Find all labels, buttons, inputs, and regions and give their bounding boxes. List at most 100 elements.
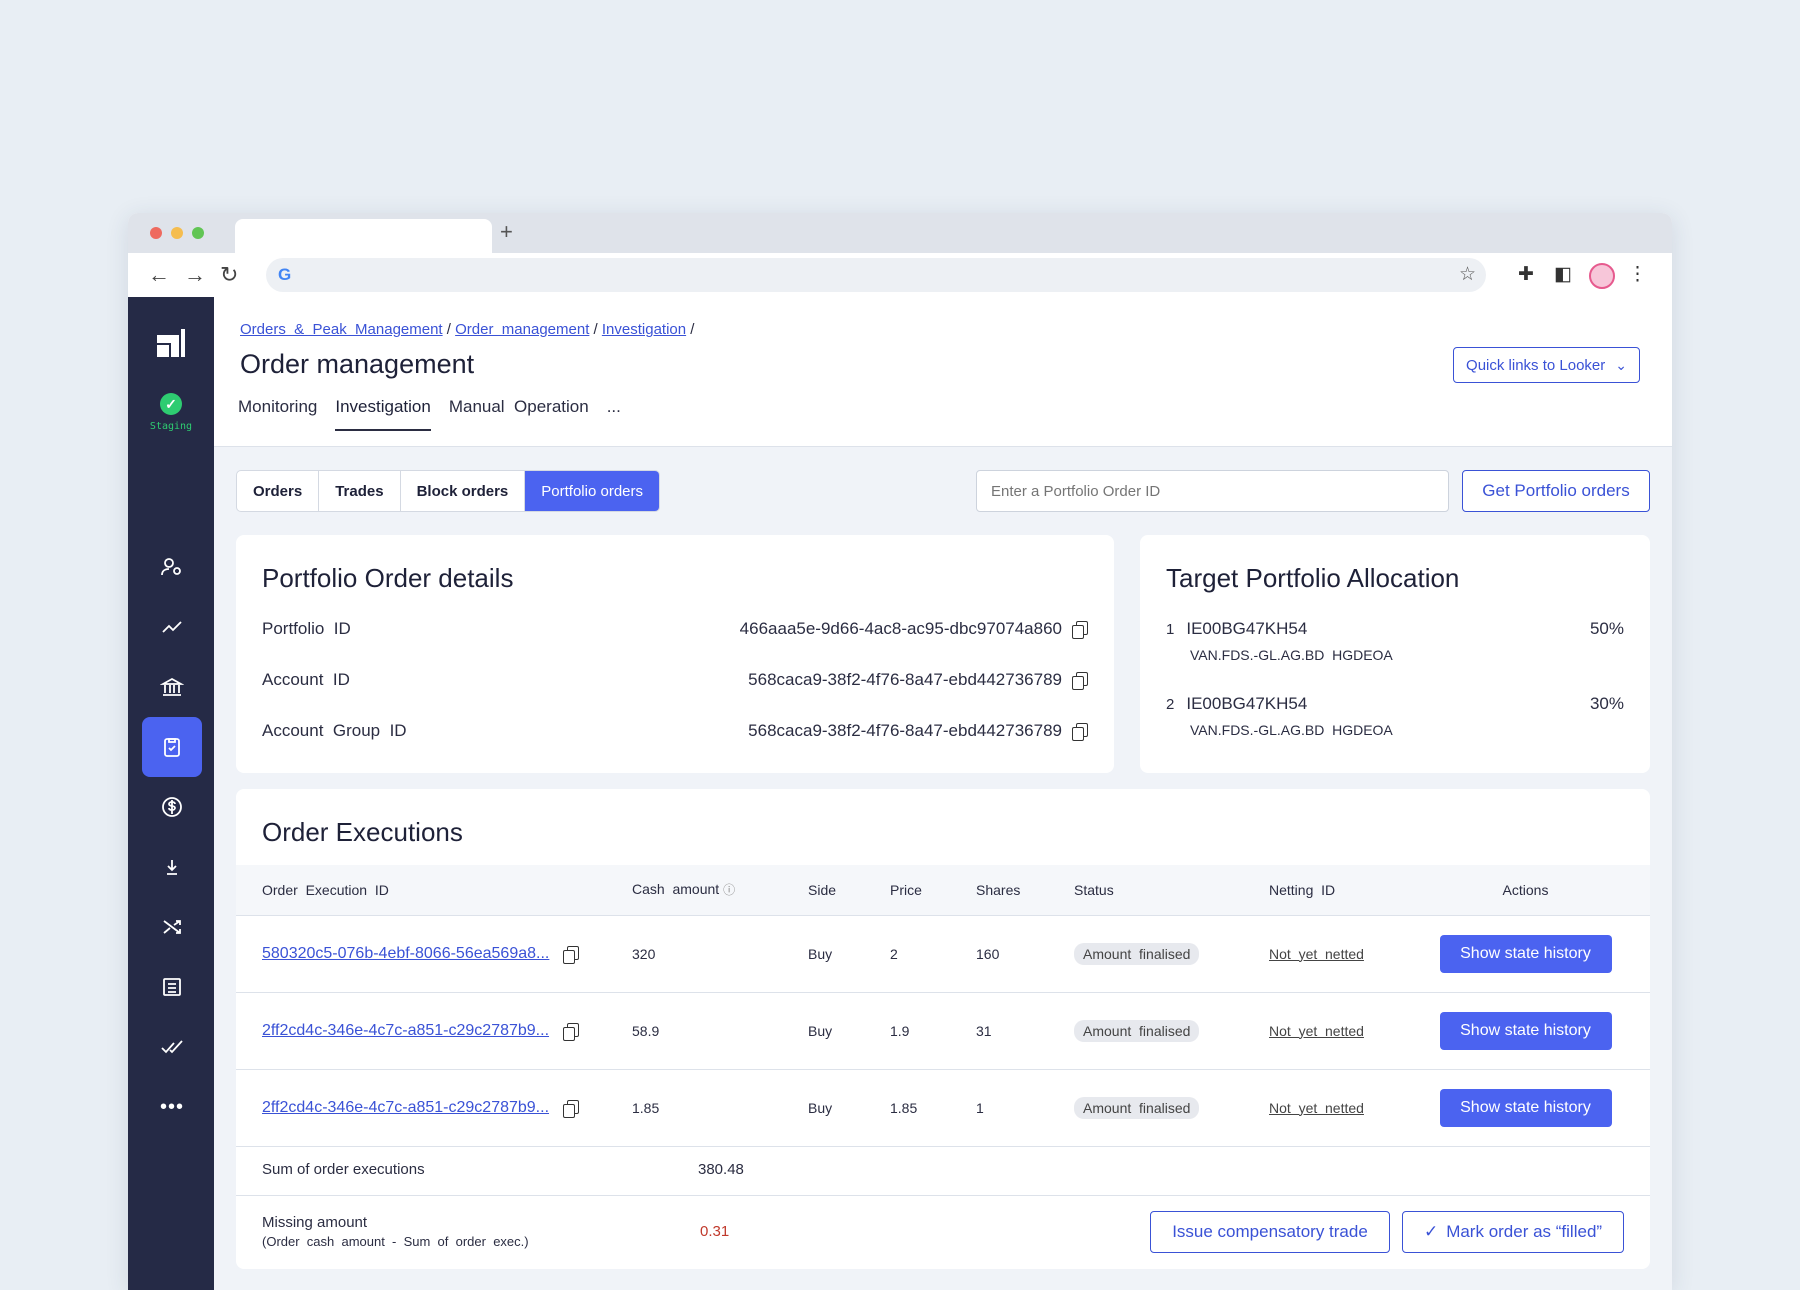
execution-id-link[interactable]: 2ff2cd4c-346e-4c7c-a851-c29c2787b9... <box>262 1099 549 1116</box>
list-box-icon <box>163 978 181 996</box>
table-row: 2ff2cd4c-346e-4c7c-a851-c29c2787b9... 58… <box>236 992 1650 1070</box>
user-gear-icon <box>161 558 181 576</box>
copy-icon[interactable] <box>563 945 580 964</box>
netting-link[interactable]: Not yet netted <box>1269 1023 1364 1039</box>
order-type-segmented-control: Orders Trades Block orders Portfolio ord… <box>236 470 660 512</box>
extensions-icon[interactable]: ✚ <box>1518 263 1534 287</box>
netting-link[interactable]: Not yet netted <box>1269 946 1364 962</box>
table-row: 580320c5-076b-4ebf-8066-56ea569a8... 320… <box>236 915 1650 993</box>
address-bar[interactable]: G ☆ <box>266 258 1486 292</box>
get-portfolio-orders-button[interactable]: Get Portfolio orders <box>1462 470 1650 512</box>
allocation-fund-name: VAN.FDS.-GL.AG.BD HGDEOA <box>1190 722 1393 738</box>
col-shares: Shares <box>976 865 1074 916</box>
copy-icon[interactable] <box>1072 672 1088 690</box>
maximize-window-dot[interactable] <box>192 227 204 239</box>
status-badge: Amount finalised <box>1074 1019 1200 1042</box>
sum-row: Sum of order executions 380.48 <box>236 1144 1650 1196</box>
allocation-index: 1 <box>1166 621 1175 638</box>
col-cash-amount: Cash amount ⓘ <box>632 865 808 916</box>
copy-icon[interactable] <box>562 1099 579 1118</box>
side: Buy <box>808 992 890 1070</box>
bookmark-star-icon[interactable]: ☆ <box>1459 263 1476 286</box>
price: 1.9 <box>890 992 976 1070</box>
portfolio-order-id-input[interactable] <box>976 470 1449 512</box>
allocation-isin: IE00BG47KH54 <box>1186 694 1308 713</box>
shares: 160 <box>976 915 1074 993</box>
detail-label: Portfolio ID <box>262 619 351 638</box>
mark-filled-button[interactable]: ✓ Mark order as “filled” <box>1402 1211 1624 1253</box>
browser-toolbar: ← → ↻ G ☆ ✚ ◧ ⋮ <box>128 253 1672 297</box>
tab-manual-operation[interactable]: Manual Operation <box>449 397 589 431</box>
sidebar-item-shuffle[interactable] <box>142 897 202 957</box>
show-state-history-button[interactable]: Show state history <box>1439 1011 1612 1050</box>
sidebar-item-more[interactable]: ••• <box>142 1077 202 1137</box>
staging-label: Staging <box>149 421 193 432</box>
looker-links-dropdown[interactable]: Quick links to Looker ⌄ <box>1453 347 1640 383</box>
back-icon[interactable]: ← <box>148 263 170 287</box>
forward-icon[interactable]: → <box>184 263 206 287</box>
breadcrumb: Orders & Peak Management / Order managem… <box>240 321 699 338</box>
new-tab-icon[interactable]: + <box>500 219 513 245</box>
sum-label: Sum of order executions <box>262 1161 425 1178</box>
google-icon: G <box>278 265 292 284</box>
staging-check-icon: ✓ <box>160 393 182 415</box>
breadcrumb-order-management[interactable]: Order management <box>455 321 589 338</box>
segment-block-orders[interactable]: Block orders <box>401 471 526 511</box>
breadcrumb-investigation[interactable]: Investigation <box>602 321 686 338</box>
menu-kebab-icon[interactable]: ⋮ <box>1628 263 1647 287</box>
show-state-history-button[interactable]: Show state history <box>1439 1088 1612 1127</box>
status-badge: Amount finalised <box>1074 942 1200 965</box>
sidebar-item-done[interactable] <box>142 1017 202 1077</box>
segment-portfolio-orders[interactable]: Portfolio orders <box>525 471 659 511</box>
portfolio-order-details-card: Portfolio Order details Portfolio ID 466… <box>236 535 1114 773</box>
target-allocation-card: Target Portfolio Allocation 1 IE00BG47KH5… <box>1140 535 1650 773</box>
sidebar-item-download[interactable] <box>142 837 202 897</box>
copy-icon[interactable] <box>562 1022 579 1041</box>
copy-icon[interactable] <box>1072 723 1088 741</box>
copy-icon[interactable] <box>1072 621 1088 639</box>
minimize-window-dot[interactable] <box>171 227 183 239</box>
browser-tab[interactable] <box>235 219 492 253</box>
breadcrumb-orders-peak[interactable]: Orders & Peak Management <box>240 321 443 338</box>
allocation-item: 1 IE00BG47KH54 50% VAN.FDS.-GL.AG.BD HGDEO… <box>1166 619 1624 663</box>
breadcrumb-separator: / <box>686 321 699 338</box>
show-state-history-button[interactable]: Show state history <box>1439 934 1612 973</box>
profile-avatar[interactable] <box>1589 263 1615 289</box>
app-logo[interactable] <box>155 327 187 359</box>
missing-sublabel: (Order cash amount - Sum of order exec.) <box>262 1234 529 1249</box>
price: 1.85 <box>890 1069 976 1147</box>
issue-compensatory-trade-button[interactable]: Issue compensatory trade <box>1150 1211 1390 1253</box>
tab-monitoring[interactable]: Monitoring <box>238 397 317 431</box>
sidebar-item-bank[interactable] <box>142 657 202 717</box>
missing-label: Missing amount <box>262 1214 368 1231</box>
sidebar-item-user-settings[interactable] <box>142 537 202 597</box>
tab-more[interactable]: ... <box>607 397 621 431</box>
sidebar-item-orders[interactable] <box>142 717 202 777</box>
allocation-item: 2 IE00BG47KH54 30% VAN.FDS.-GL.AG.BD HGDEO… <box>1166 694 1624 738</box>
tab-investigation[interactable]: Investigation <box>335 397 431 431</box>
segment-trades[interactable]: Trades <box>319 471 401 511</box>
sidebar-item-list[interactable] <box>142 957 202 1017</box>
col-actions: Actions <box>1401 865 1650 916</box>
info-icon[interactable]: ⓘ <box>723 883 735 897</box>
execution-id-link[interactable]: 2ff2cd4c-346e-4c7c-a851-c29c2787b9... <box>262 1022 549 1039</box>
sidebar-item-analytics[interactable] <box>142 597 202 657</box>
reload-icon[interactable]: ↻ <box>220 263 238 287</box>
side: Buy <box>808 1069 890 1147</box>
side-panel-icon[interactable]: ◧ <box>1554 263 1572 287</box>
detail-row: Account ID 568caca9-38f2-4f76-8a47-ebd44… <box>262 670 1088 690</box>
sidebar-item-money[interactable] <box>142 777 202 837</box>
segment-orders[interactable]: Orders <box>237 471 320 511</box>
missing-amount-row: Missing amount (Order cash amount - Sum … <box>236 1196 1650 1268</box>
order-executions-card: Order Executions Order Execution ID Cash… <box>236 789 1650 1269</box>
netting-link[interactable]: Not yet netted <box>1269 1100 1364 1116</box>
sum-value: 380.48 <box>698 1161 744 1178</box>
close-window-dot[interactable] <box>150 227 162 239</box>
execution-id-link[interactable]: 580320c5-076b-4ebf-8066-56ea569a8... <box>262 945 549 962</box>
col-price: Price <box>890 865 976 916</box>
allocation-fund-name: VAN.FDS.-GL.AG.BD HGDEOA <box>1190 647 1393 663</box>
cash-amount: 58.9 <box>632 992 808 1070</box>
executions-title: Order Executions <box>262 817 463 847</box>
detail-label: Account Group ID <box>262 721 407 740</box>
allocation-percent: 50% <box>1589 619 1624 638</box>
